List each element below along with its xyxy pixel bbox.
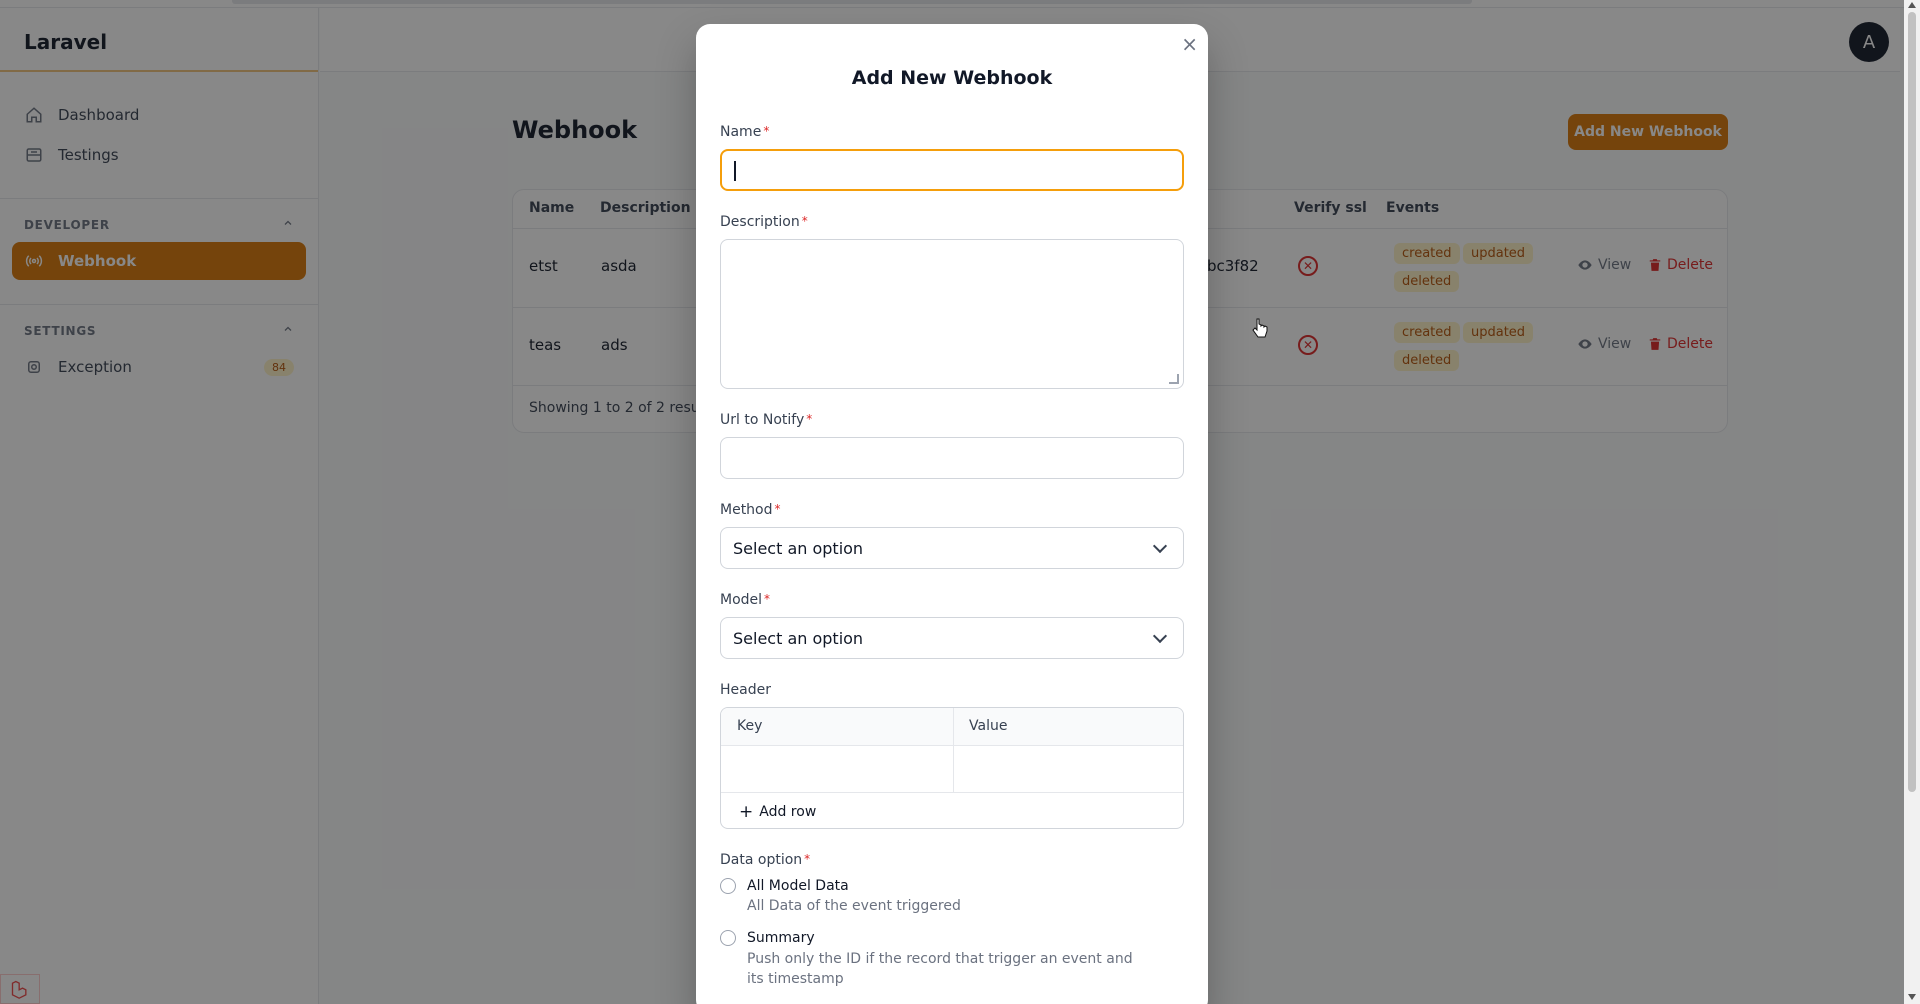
name-input[interactable] [720,149,1184,191]
page-scrollbar[interactable] [1904,0,1920,1004]
url-input[interactable] [720,437,1184,479]
plus-icon: + [739,802,754,822]
chevron-down-icon [1152,538,1168,554]
radio-option-description: All Data of the event triggered [747,898,961,914]
all-model-data-radio[interactable] [720,878,736,894]
value-column-header: Value [969,718,1008,734]
add-webhook-modal: × Add New Webhook Name * Description * Url… [696,24,1208,1004]
method-label: Method * [720,502,781,518]
close-icon[interactable]: × [1181,32,1198,56]
header-value-input[interactable] [954,746,1183,792]
model-select-value: Select an option [733,628,864,648]
data-option-label: Data option * [720,852,811,868]
model-label: Model * [720,592,771,608]
text-caret [734,161,736,181]
radio-option-title: All Model Data [747,878,849,894]
description-textarea[interactable] [720,239,1184,389]
header-label: Header [720,682,771,698]
scrollbar-thumb[interactable] [1908,12,1916,792]
add-row-button[interactable]: + Add row [739,802,816,822]
header-key-value-table: Key Value + Add row [720,707,1184,829]
hand-pointer-icon [1252,318,1268,338]
model-select[interactable]: Select an option [720,617,1184,659]
method-select-value: Select an option [733,538,864,558]
add-row-label: Add row [759,804,817,820]
resize-handle-icon[interactable] [1169,374,1179,384]
modal-title: Add New Webhook [851,67,1053,89]
chevron-down-icon [1152,628,1168,644]
scroll-down-arrow-icon[interactable] [1908,994,1916,1000]
key-column-header: Key [737,718,763,734]
radio-option-title: Summary [747,930,815,946]
description-label: Description * [720,214,808,230]
url-label: Url to Notify * [720,412,813,428]
summary-radio[interactable] [720,930,736,946]
radio-option-description: Push only the ID if the record that trig… [747,951,1133,987]
header-key-input[interactable] [721,746,953,792]
method-select[interactable]: Select an option [720,527,1184,569]
name-label: Name * [720,124,770,140]
scroll-up-arrow-icon[interactable] [1908,2,1916,8]
